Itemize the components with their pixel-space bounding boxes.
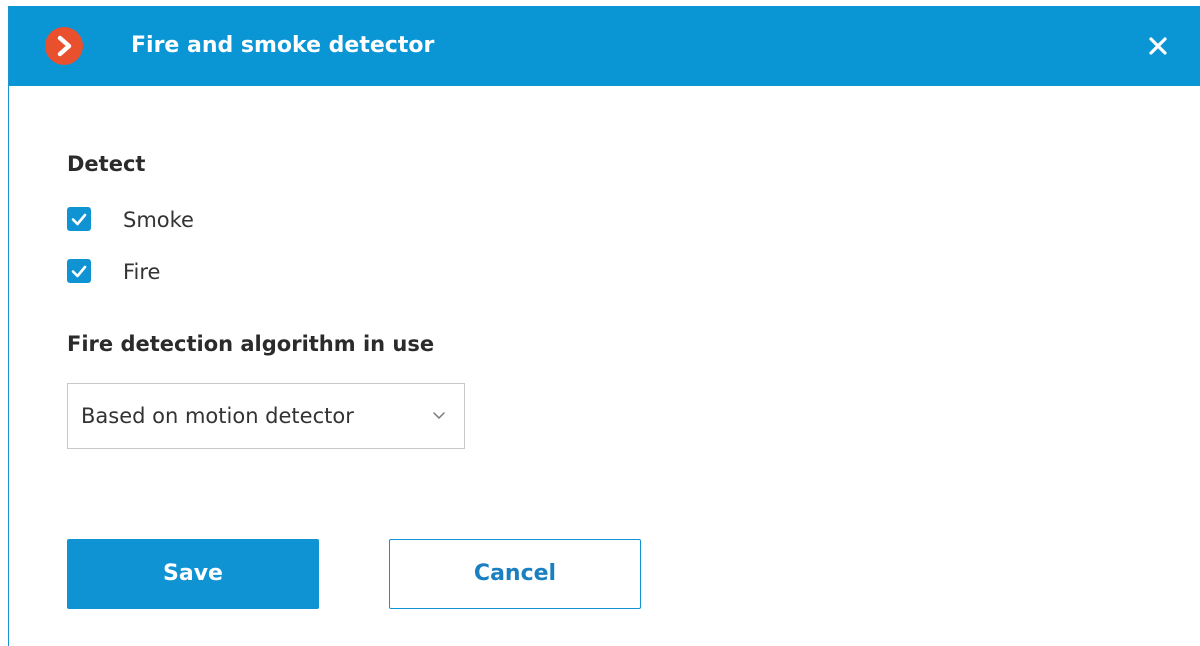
checkmark-icon [71,265,87,278]
chevron-down-icon [433,412,445,419]
algorithm-heading: Fire detection algorithm in use [67,332,435,356]
detect-heading: Detect [67,152,146,176]
fire-checkbox[interactable] [67,259,91,283]
close-icon [1149,37,1167,55]
app-logo-icon [45,27,83,65]
algorithm-selected-value: Based on motion detector [81,404,354,428]
dialog-title: Fire and smoke detector [131,33,435,58]
fire-label: Fire [123,260,161,284]
cancel-button[interactable]: Cancel [389,539,641,609]
save-button[interactable]: Save [67,539,319,609]
fire-smoke-detector-dialog: Fire and smoke detector Detect Smoke Fir… [8,6,1200,646]
smoke-label: Smoke [123,208,194,232]
checkmark-icon [71,213,87,226]
smoke-checkbox[interactable] [67,207,91,231]
algorithm-select[interactable]: Based on motion detector [67,383,465,449]
close-button[interactable] [1140,28,1176,64]
title-bar: Fire and smoke detector [9,6,1200,86]
